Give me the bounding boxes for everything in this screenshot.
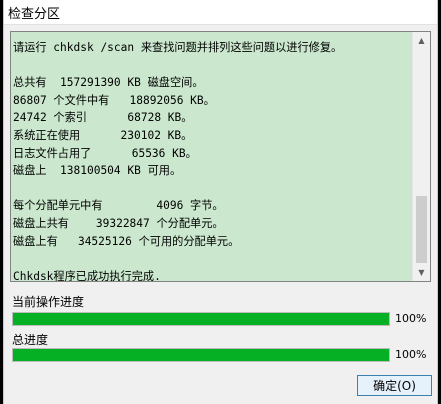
current-progress-label: 当前操作进度 xyxy=(12,295,85,309)
title-bar: 检查分区 xyxy=(4,0,437,25)
scrollbar-thumb[interactable] xyxy=(416,196,427,263)
log-line: 每个分配单元中有 4096 字节。 xyxy=(13,199,224,213)
log-line: 总共有 157291390 KB 磁盘空间。 xyxy=(13,76,204,90)
vertical-scrollbar[interactable]: ▲ ▼ xyxy=(412,32,430,281)
log-line: 磁盘上 138100504 KB 可用。 xyxy=(13,164,182,178)
check-partition-dialog: 检查分区 请运行 chkdsk /scan 来查找问题并排列这些问题以进行修复。… xyxy=(3,0,438,404)
log-line: 24742 个索引 68728 KB。 xyxy=(13,111,193,125)
log-line: 86807 个文件中有 18892056 KB。 xyxy=(13,93,215,107)
total-progress-bar xyxy=(12,348,390,362)
scroll-up-arrow-icon[interactable]: ▲ xyxy=(413,32,430,49)
window-title: 检查分区 xyxy=(8,7,61,22)
log-line: 日志文件占用了 65536 KB。 xyxy=(13,146,197,160)
current-progress-fill xyxy=(13,313,389,325)
log-line: 磁盘上共有 39322847 个分配单元。 xyxy=(13,216,224,230)
log-lines: 请运行 chkdsk /scan 来查找问题并排列这些问题以进行修复。 总共有 … xyxy=(13,39,409,282)
log-line: 磁盘上有 34525126 个可用的分配单元。 xyxy=(13,234,240,248)
current-progress-bar xyxy=(12,312,390,326)
log-line: Chkdsk程序已成功执行完成. xyxy=(13,269,161,282)
total-progress-label: 总进度 xyxy=(12,333,49,347)
chkdsk-log-output[interactable]: 请运行 chkdsk /scan 来查找问题并排列这些问题以进行修复。 总共有 … xyxy=(10,31,431,282)
log-line: 请运行 chkdsk /scan 来查找问题并排列这些问题以进行修复。 xyxy=(13,41,343,54)
current-progress-percent: 100% xyxy=(395,312,427,325)
scroll-down-arrow-icon[interactable]: ▼ xyxy=(413,264,430,281)
ok-button[interactable]: 确定(O) xyxy=(357,375,432,396)
total-progress-fill xyxy=(13,349,389,361)
total-progress-percent: 100% xyxy=(395,348,427,361)
log-line: 系统正在使用 230102 KB。 xyxy=(13,128,193,142)
